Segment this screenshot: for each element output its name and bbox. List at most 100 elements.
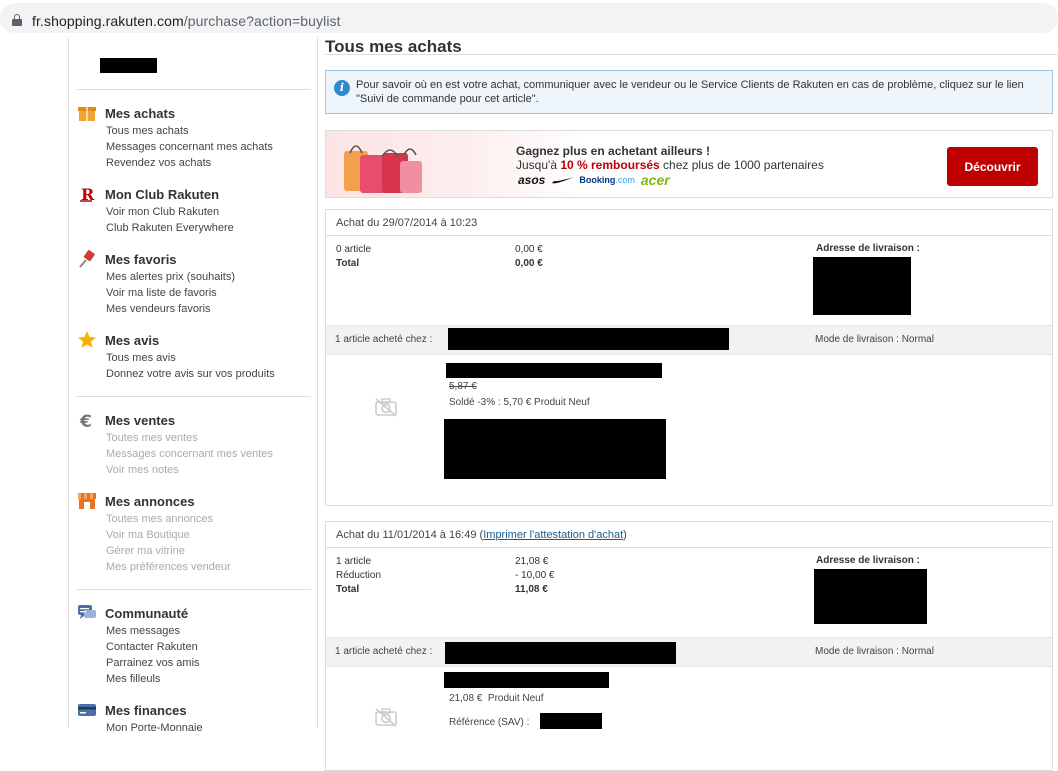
redacted-seller: [445, 642, 676, 664]
redacted-username: [100, 58, 157, 73]
order-summary: 0 article Total 0,00 € 0,00 € Adresse de…: [326, 236, 1052, 325]
redacted-product-name: [444, 672, 609, 688]
order-summary: 1 article Réduction Total 21,08 € - 10,0…: [326, 548, 1052, 637]
main-content: Tous mes achats i Pour savoir où en est …: [325, 38, 1058, 771]
nike-swoosh-icon: [551, 176, 575, 184]
sidebar-section-communaute: Communauté Mes messages Contacter Rakute…: [77, 604, 311, 687]
discover-button[interactable]: Découvrir: [947, 147, 1038, 186]
chat-icon: [77, 604, 97, 622]
title-divider: [325, 54, 1058, 55]
sidebar-link-voir-boutique[interactable]: Voir ma Boutique: [106, 527, 311, 543]
url-text[interactable]: fr.shopping.rakuten.com/purchase?action=…: [32, 13, 341, 29]
sidebar-section-finances: Mes finances Mon Porte-Monnaie: [77, 701, 311, 736]
summary-label: 0 article: [336, 244, 372, 255]
order-date: Achat du 29/07/2014 à 10:23: [336, 217, 478, 229]
sidebar-section-avis: Mes avis Tous mes avis Donnez votre avis…: [77, 331, 311, 382]
summary-labels: 1 article Réduction Total: [336, 555, 381, 597]
pin-icon: [77, 250, 97, 268]
summary-label: 1 article: [336, 556, 372, 567]
sidebar-section-ventes: € Mes ventes Toutes mes ventes Messages …: [77, 411, 311, 478]
sidebar-link-filleuls[interactable]: Mes filleuls: [106, 671, 311, 687]
sidebar-section-favoris: Mes favoris Mes alertes prix (souhaits) …: [77, 250, 311, 317]
no-image-camera-icon: [374, 707, 398, 727]
promo-sub-suffix: chez plus de 1000 partenaires: [659, 158, 824, 172]
sidebar-link-contacter-rakuten[interactable]: Contacter Rakuten: [106, 639, 311, 655]
sidebar-link-toutes-annonces[interactable]: Toutes mes annonces: [106, 511, 311, 527]
sidebar-link-liste-favoris[interactable]: Voir ma liste de favoris: [106, 285, 311, 301]
sidebar-section-mes-achats: Mes achats Tous mes achats Messages conc…: [77, 104, 311, 171]
url-path: /purchase?action=buylist: [183, 13, 341, 29]
summary-label: Réduction: [336, 570, 382, 581]
sidebar-link-messages-ventes[interactable]: Messages concernant mes ventes: [106, 446, 311, 462]
sav-reference-label: Référence (SAV) :: [449, 717, 530, 728]
sidebar-link-toutes-ventes[interactable]: Toutes mes ventes: [106, 430, 311, 446]
asos-logo: asos: [518, 173, 546, 187]
summary-values: 0,00 € 0,00 €: [515, 243, 543, 271]
delivery-mode: Mode de livraison : Normal: [815, 334, 934, 345]
shipping-address-label: Adresse de livraison :: [816, 555, 920, 566]
rakuten-r-icon: R: [77, 185, 97, 204]
redacted-product-name: [446, 363, 662, 378]
sidebar-link-parrainez[interactable]: Parrainez vos amis: [106, 655, 311, 671]
acer-logo: acer: [640, 172, 670, 188]
promo-subtitle: Jusqu'à 10 % remboursés chez plus de 100…: [516, 158, 824, 172]
sidebar-link-gerer-vitrine[interactable]: Gérer ma vitrine: [106, 543, 311, 559]
redacted-seller: [448, 328, 729, 350]
sidebar-link-voir-notes[interactable]: Voir mes notes: [106, 462, 311, 478]
shop-icon: [77, 492, 97, 510]
summary-value: 0,00 €: [515, 244, 543, 255]
print-certificate-link[interactable]: Imprimer l'attestation d'achat: [483, 529, 623, 541]
order-card: Achat du 11/01/2014 à 16:49 (Imprimer l'…: [325, 521, 1053, 771]
card-icon: [77, 701, 97, 719]
section-title: Mes achats: [105, 105, 176, 121]
redacted-address: [814, 569, 927, 624]
browser-address-bar: fr.shopping.rakuten.com/purchase?action=…: [0, 0, 1058, 38]
sidebar-link-vendeurs-favoris[interactable]: Mes vendeurs favoris: [106, 301, 311, 317]
shipping-address-label: Adresse de livraison :: [816, 243, 920, 254]
summary-labels: 0 article Total: [336, 243, 371, 271]
booking-logo: Booking.com: [579, 175, 635, 185]
sidebar-link-club-everywhere[interactable]: Club Rakuten Everywhere: [106, 220, 311, 236]
sidebar-link-porte-monnaie[interactable]: Mon Porte-Monnaie: [106, 720, 311, 736]
summary-value: - 10,00 €: [515, 570, 555, 581]
sidebar-divider: [77, 89, 311, 90]
info-icon: i: [334, 80, 350, 96]
section-title: Mes favoris: [105, 251, 177, 267]
summary-value: 21,08 €: [515, 556, 549, 567]
sidebar-link-alertes-prix[interactable]: Mes alertes prix (souhaits): [106, 269, 311, 285]
section-title: Mes annonces: [105, 493, 195, 509]
sidebar-link-messages-achats[interactable]: Messages concernant mes achats: [106, 139, 311, 155]
sidebar-link-tous-mes-achats[interactable]: Tous mes achats: [106, 123, 311, 139]
redacted-reference: [540, 713, 602, 729]
promo-highlight: 10 % remboursés: [560, 158, 660, 172]
seller-bar: 1 article acheté chez : Mode de livraiso…: [326, 637, 1052, 667]
old-price: 5,87 €: [449, 381, 477, 392]
sidebar-divider: [77, 589, 311, 590]
section-title: Mes ventes: [105, 412, 176, 428]
order-header: Achat du 29/07/2014 à 10:23: [326, 210, 1052, 236]
section-title: Mes finances: [105, 702, 187, 718]
sidebar-link-mes-messages[interactable]: Mes messages: [106, 623, 311, 639]
booking-domain: .com: [615, 175, 635, 185]
url-host: fr.shopping.rakuten.com: [32, 13, 184, 29]
info-text: Pour savoir où en est votre achat, commu…: [356, 79, 1024, 105]
section-title: Communauté: [105, 605, 189, 621]
sidebar-link-preferences-vendeur[interactable]: Mes préférences vendeur: [106, 559, 311, 575]
order-date: Achat du 11/01/2014 à 16:49: [336, 529, 477, 541]
sidebar-link-tous-mes-avis[interactable]: Tous mes avis: [106, 350, 311, 366]
delivery-mode: Mode de livraison : Normal: [815, 646, 934, 657]
summary-values: 21,08 € - 10,00 € 11,08 €: [515, 555, 554, 597]
url-field[interactable]: fr.shopping.rakuten.com/purchase?action=…: [0, 3, 1058, 33]
sidebar-link-revendez[interactable]: Revendez vos achats: [106, 155, 311, 171]
order-header: Achat du 11/01/2014 à 16:49 (Imprimer l'…: [326, 522, 1052, 548]
sidebar-link-donnez-avis[interactable]: Donnez votre avis sur vos produits: [106, 366, 311, 382]
cashback-promo-banner[interactable]: Gagnez plus en achetant ailleurs ! Jusqu…: [325, 130, 1053, 198]
euro-icon: €: [77, 411, 97, 432]
summary-label-total: Total: [336, 258, 360, 269]
item-price: Soldé -3% : 5,70 € Produit Neuf: [449, 397, 590, 408]
seller-label: 1 article acheté chez :: [335, 334, 433, 345]
booking-text: Booking: [579, 175, 616, 185]
partner-logos: asos Booking.com acer: [518, 172, 670, 188]
summary-label-total: Total: [336, 584, 360, 595]
sidebar-link-voir-club[interactable]: Voir mon Club Rakuten: [106, 204, 311, 220]
